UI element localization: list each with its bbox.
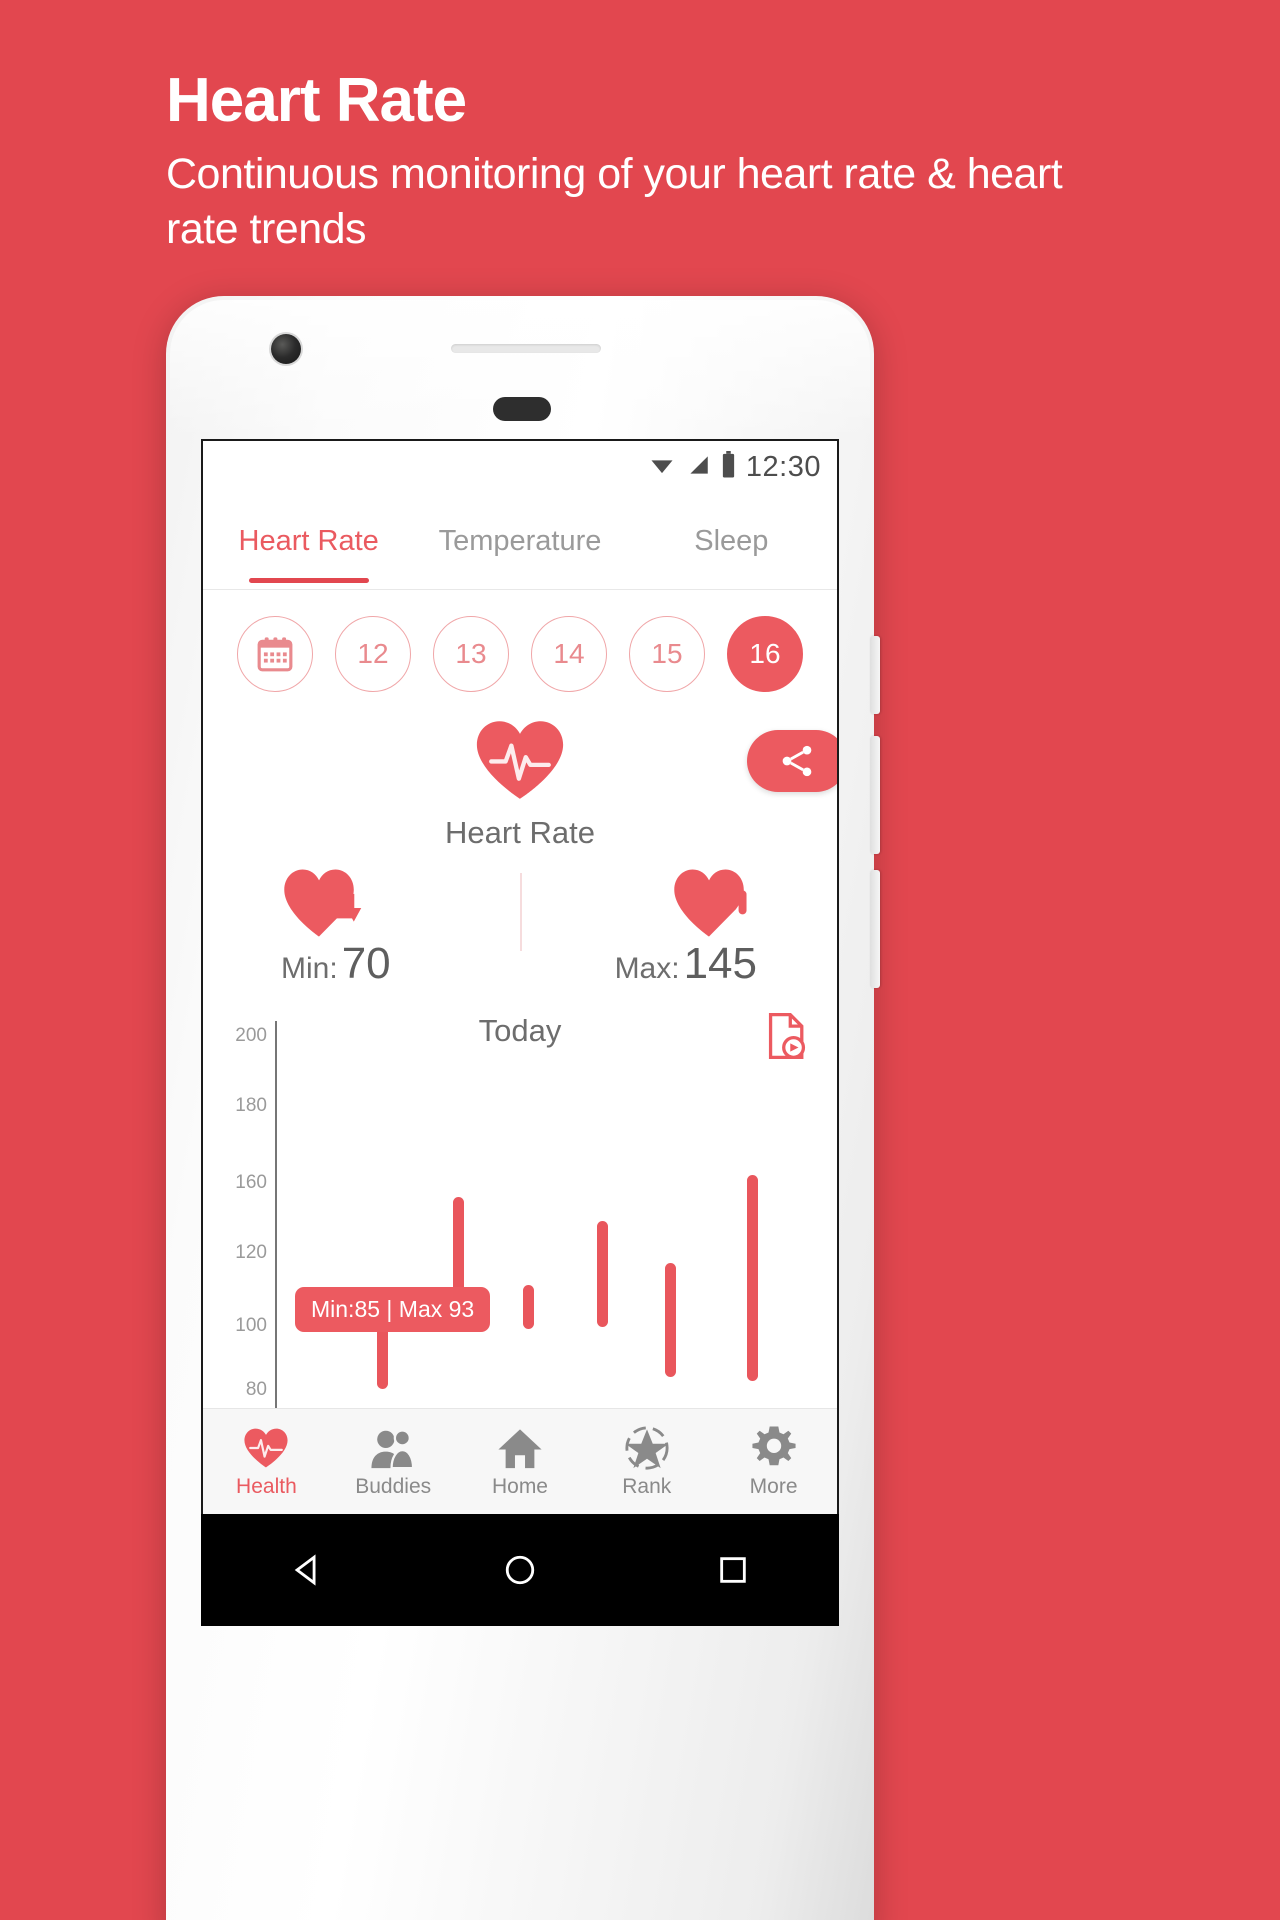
heart-rate-label: Heart Rate (445, 815, 595, 850)
chart-bar[interactable] (523, 1285, 534, 1329)
wifi-icon (648, 451, 676, 484)
nav-label-buddies: Buddies (355, 1474, 432, 1498)
phone-mockup: 12:30 Heart Rate Temperature Sleep 12 13… (166, 296, 880, 1920)
y-tick-200: 200 (235, 1025, 267, 1046)
people-icon (371, 1428, 415, 1469)
tab-bar: Heart Rate Temperature Sleep (203, 493, 837, 589)
calendar-picker-button[interactable] (237, 616, 313, 692)
page-title: Heart Rate (166, 66, 467, 135)
bottom-navigation: Health Buddies Home Rank More (203, 1408, 837, 1514)
status-bar: 12:30 (203, 441, 837, 493)
y-tick-180: 180 (235, 1095, 267, 1116)
recents-square-icon[interactable] (716, 1553, 750, 1587)
chart-bar[interactable] (377, 1323, 388, 1389)
heart-arrow-down-icon (284, 869, 362, 937)
date-chip-13[interactable]: 13 (433, 616, 509, 692)
nav-label-rank: Rank (622, 1474, 672, 1498)
min-max-divider (520, 873, 522, 951)
front-camera (271, 334, 301, 364)
signal-icon (685, 452, 711, 483)
status-bar-clock: 12:30 (745, 450, 821, 483)
nav-item-buddies[interactable]: Buddies (330, 1425, 457, 1499)
tab-heart-rate[interactable]: Heart Rate (203, 493, 414, 589)
y-tick-160: 160 (235, 1172, 267, 1193)
chart-y-axis (275, 1021, 277, 1413)
tab-sleep[interactable]: Sleep (626, 493, 837, 589)
power-button[interactable] (870, 636, 880, 714)
y-tick-100: 100 (235, 1315, 267, 1336)
nav-item-home[interactable]: Home (457, 1425, 584, 1499)
min-stat: Min: 70 (243, 867, 519, 989)
chart-tooltip: Min:85 | Max 93 (295, 1287, 491, 1332)
nav-label-more: More (749, 1474, 798, 1498)
earpiece-grille (451, 344, 601, 353)
nav-item-more[interactable]: More (710, 1425, 837, 1499)
max-value: 145 (683, 939, 757, 988)
min-label: Min: (281, 952, 338, 985)
home-icon (498, 1428, 542, 1468)
nav-item-health[interactable]: Health (203, 1425, 330, 1499)
chart-bar[interactable] (597, 1221, 608, 1327)
nav-label-health: Health (236, 1474, 297, 1498)
date-chip-12[interactable]: 12 (335, 616, 411, 692)
phone-screen: 12:30 Heart Rate Temperature Sleep 12 13… (201, 439, 839, 1514)
share-button[interactable] (747, 730, 837, 792)
volume-up-button[interactable] (870, 736, 880, 854)
back-icon[interactable] (290, 1553, 324, 1587)
battery-icon (720, 451, 737, 483)
chart-bar[interactable] (665, 1263, 676, 1377)
star-badge-icon (625, 1425, 669, 1470)
android-navigation-bar (201, 1514, 839, 1626)
min-value: 70 (341, 939, 391, 988)
date-chip-14[interactable]: 14 (531, 616, 607, 692)
heart-rate-chart: Today 200 180 160 120 100 80 Min:85 | Ma… (203, 1007, 837, 1443)
y-tick-120: 120 (235, 1242, 267, 1263)
tab-temperature[interactable]: Temperature (414, 493, 625, 589)
y-tick-80: 80 (245, 1379, 267, 1400)
heart-pulse-icon (244, 1428, 288, 1467)
chart-bar[interactable] (747, 1175, 758, 1381)
nav-item-rank[interactable]: Rank (583, 1425, 710, 1499)
home-circle-icon[interactable] (503, 1553, 537, 1587)
date-strip: 12 13 14 15 16 (203, 590, 837, 712)
promo-header: Heart Rate Continuous monitoring of your… (166, 68, 1066, 257)
chart-plot-area: 200 180 160 120 100 80 Min:85 | Max 93 (203, 1007, 837, 1443)
max-value-row: Max: 145 (615, 939, 757, 989)
chart-bar[interactable] (453, 1197, 464, 1293)
volume-down-button[interactable] (870, 870, 880, 988)
heart-arrow-up-icon (674, 869, 747, 937)
max-label: Max: (614, 952, 680, 985)
min-value-row: Min: 70 (281, 939, 391, 989)
max-stat: Max: 145 (519, 867, 797, 989)
date-chip-16[interactable]: 16 (727, 616, 803, 692)
calendar-icon (257, 637, 293, 672)
nav-label-home: Home (491, 1474, 548, 1498)
heart-rate-summary: Heart Rate (203, 712, 837, 851)
speaker-slot (493, 397, 551, 421)
gear-icon (752, 1425, 796, 1465)
page-subtitle: Continuous monitoring of your heart rate… (166, 150, 1063, 254)
min-max-row: Min: 70 Max: 145 (203, 851, 837, 989)
date-chip-15[interactable]: 15 (629, 616, 705, 692)
share-icon (782, 745, 812, 777)
heart-pulse-icon (476, 721, 564, 799)
